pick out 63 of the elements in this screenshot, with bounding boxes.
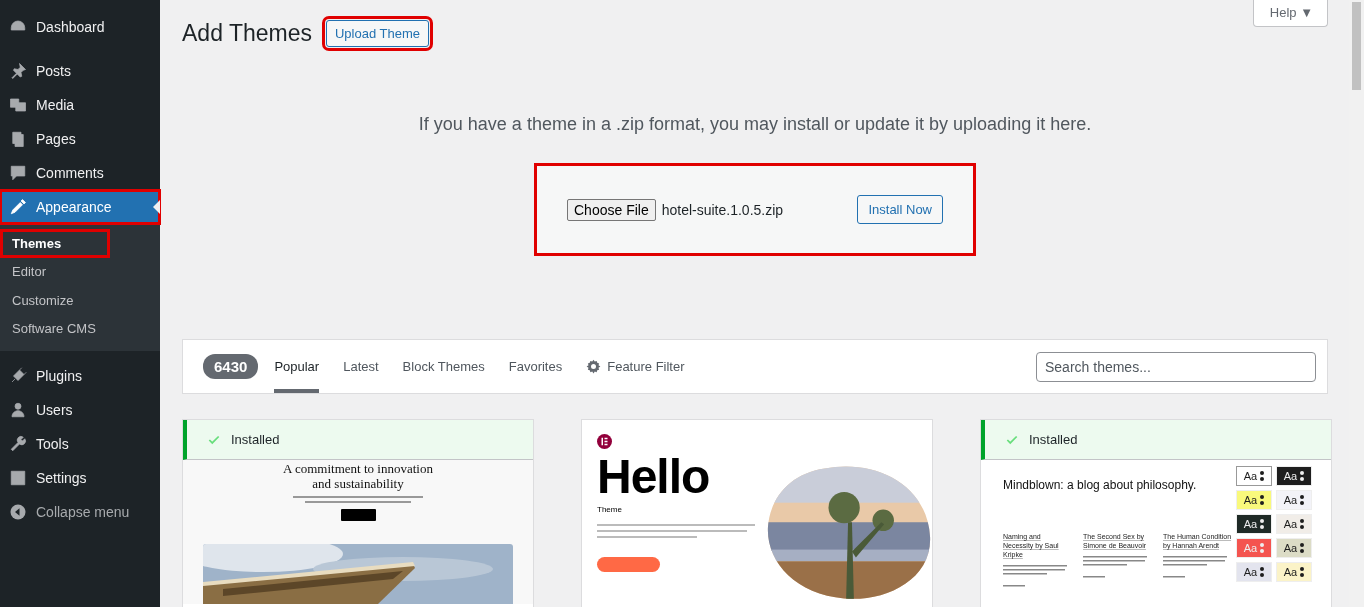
style-swatch: Aa [1276, 490, 1312, 510]
pin-icon [9, 62, 27, 80]
logo-icon [597, 434, 612, 449]
theme-card[interactable]: Hello Theme [581, 419, 933, 607]
filter-tab[interactable]: Latest [343, 340, 379, 393]
filter-tab[interactable]: Popular [274, 340, 320, 393]
style-swatch: Aa [1276, 562, 1312, 582]
install-now-button[interactable]: Install Now [857, 195, 943, 224]
preview-heading: A commitment to innovation and sustainability [282, 461, 434, 491]
user-icon [9, 401, 27, 419]
pages-icon [9, 130, 27, 148]
feature-filter-tab[interactable]: Feature Filter [586, 340, 685, 393]
style-swatch: Aa [1276, 514, 1312, 534]
comment-icon [9, 164, 27, 182]
menu-item[interactable]: Media [0, 88, 160, 122]
text-lines-drawing [1003, 565, 1069, 589]
menu-item[interactable]: Pages [0, 122, 160, 156]
menu-item[interactable]: Comments [0, 156, 160, 190]
wrench-icon [9, 435, 27, 453]
text-lines-drawing [1083, 556, 1149, 580]
menu-item[interactable]: Dashboard [0, 10, 160, 44]
help-button[interactable]: Help ▼ [1252, 0, 1328, 27]
collapse-icon [9, 503, 27, 521]
preview-subheading: Theme [597, 505, 623, 514]
submenu-item[interactable]: Customize [0, 286, 160, 315]
style-swatch: Aa [1236, 514, 1272, 534]
media-icon [9, 96, 27, 114]
search-field[interactable]: Search themes... [1036, 351, 1316, 382]
style-swatch: Aa [1236, 466, 1272, 486]
style-swatch: Aa [1236, 562, 1272, 582]
plug-icon [9, 367, 27, 385]
menu-item[interactable]: Tools [0, 427, 160, 461]
filter-tab[interactable]: Favorites [508, 340, 563, 393]
submenu-item[interactable]: Themes [0, 229, 110, 258]
preview-button [597, 557, 660, 572]
preview-button [340, 509, 376, 521]
style-swatch: Aa [1276, 538, 1312, 558]
upload-instructions: If you have a theme in a .zip format, you may install or update it by uploading it here. [417, 114, 1093, 135]
submenu-item[interactable]: Software CMS [0, 314, 160, 343]
current-arrow-icon [153, 200, 160, 214]
page-title: Add Themes [182, 19, 312, 47]
theme-count: 6430 [203, 354, 259, 379]
file-name: hotel-suite.1.0.5.zip [661, 201, 785, 218]
filter-tab[interactable]: Block Themes [402, 340, 485, 393]
preview-heading: Mindblown: a blog about philosophy. [1003, 478, 1198, 492]
gear-icon [586, 359, 602, 374]
menu-item[interactable]: Appearance [0, 190, 160, 224]
installed-label: Installed [1029, 432, 1078, 447]
menu-item[interactable]: Users [0, 393, 160, 427]
style-swatch: Aa [1276, 466, 1312, 486]
submenu-item[interactable]: Editor [0, 257, 160, 286]
choose-file-button[interactable]: Choose File [567, 198, 656, 221]
preview-heading: Hello [597, 455, 711, 499]
installed-label: Installed [231, 432, 280, 447]
text-lines-drawing [1163, 556, 1229, 580]
brush-icon [9, 198, 27, 216]
style-swatch: Aa [1236, 538, 1272, 558]
theme-card[interactable]: Installed A commitment to innovation and sustainability [182, 419, 534, 607]
menu-item[interactable]: Posts [0, 54, 160, 88]
menu-item[interactable]: Plugins [0, 359, 160, 393]
style-swatch: Aa [1236, 490, 1272, 510]
collapse-menu-button[interactable]: Collapse menu [0, 495, 160, 529]
menu-item[interactable]: Settings [0, 461, 160, 495]
